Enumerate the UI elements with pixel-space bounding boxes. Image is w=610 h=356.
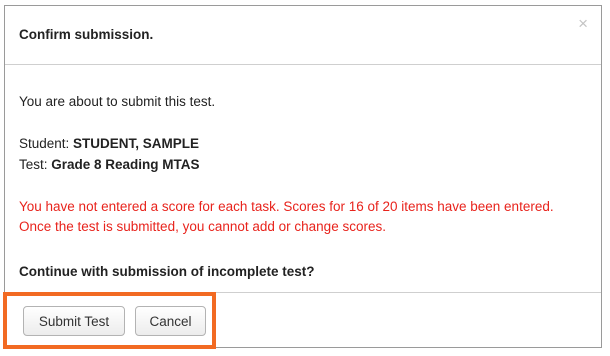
student-value: STUDENT, SAMPLE [73,136,200,151]
warning-message: You have not entered a score for each ta… [19,199,554,234]
test-value: Grade 8 Reading MTAS [51,157,200,172]
intro-text: You are about to submit this test. [19,94,216,109]
confirmation-question: Continue with submission of incomplete t… [19,264,315,279]
test-label: Test: [19,157,52,172]
cancel-button[interactable]: Cancel [135,306,206,336]
student-label: Student: [19,136,74,151]
close-icon[interactable]: × [578,15,588,32]
submit-test-button[interactable]: Submit Test [23,306,125,336]
student-line: Student: STUDENT, SAMPLE [19,136,199,151]
dialog-header: Confirm submission. × [5,6,601,65]
test-line: Test: Grade 8 Reading MTAS [19,157,200,172]
dialog-title: Confirm submission. [19,27,154,42]
